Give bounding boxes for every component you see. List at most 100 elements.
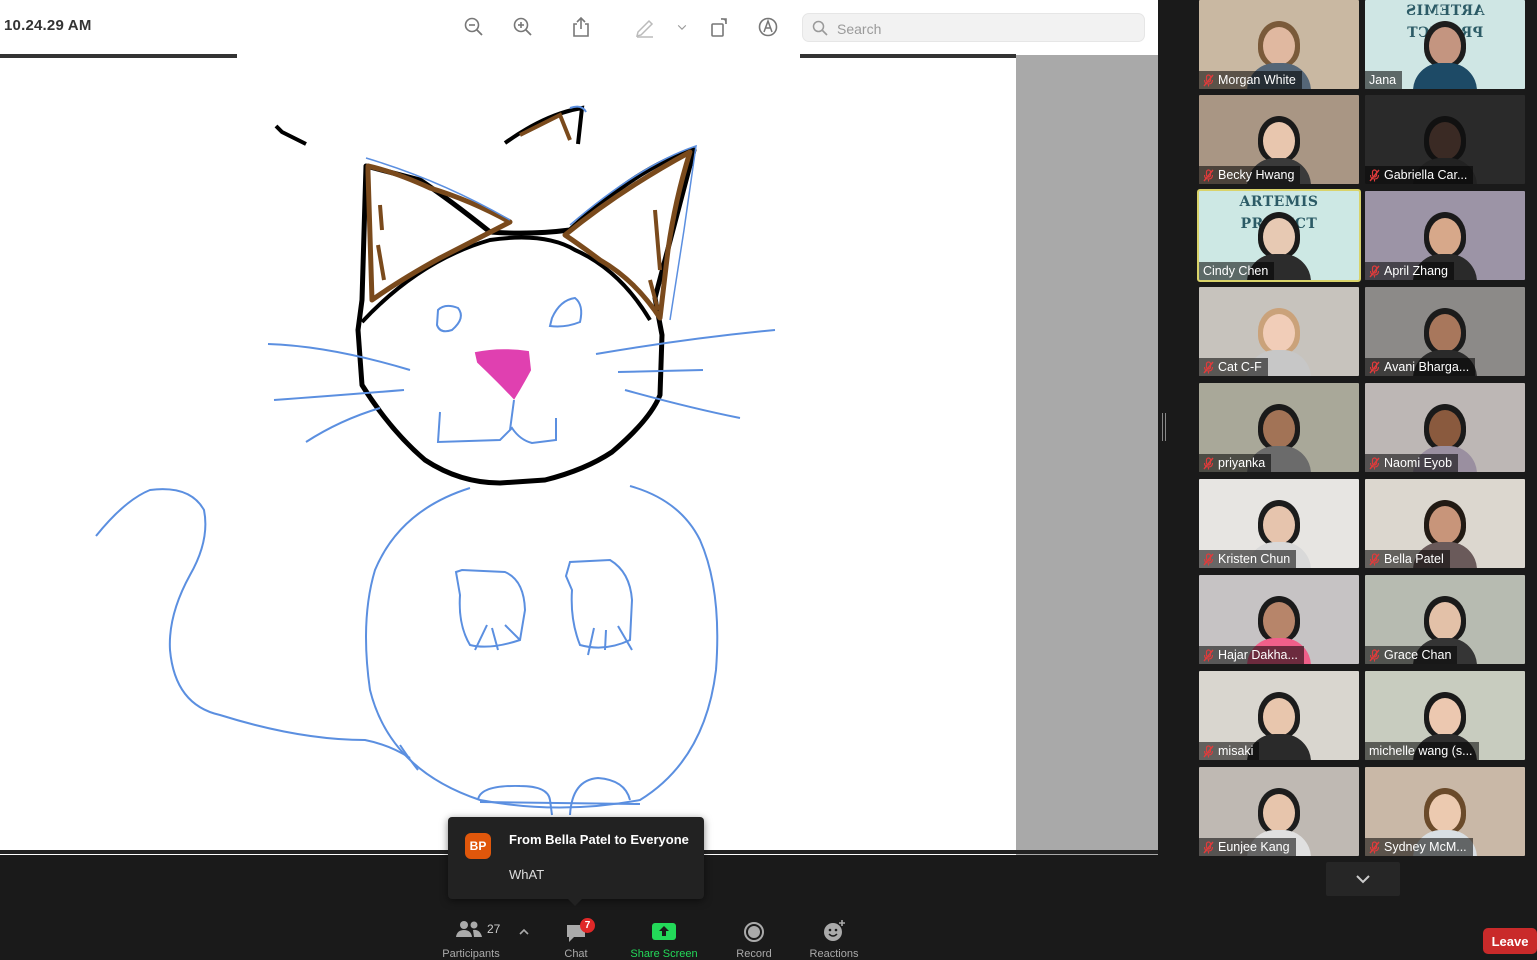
zoom-in-icon[interactable] — [511, 15, 535, 39]
shared-screen: 10.24.29 AM — [0, 0, 1158, 855]
participant-tile[interactable]: Becky Hwang — [1199, 95, 1359, 184]
participant-name-label: Eunjee Kang — [1218, 840, 1290, 854]
participant-tile[interactable]: Hajar Dakha... — [1199, 575, 1359, 664]
viewer-toolbar: 10.24.29 AM — [0, 0, 1158, 55]
chevron-up-icon — [519, 928, 529, 935]
panel-resize-handle[interactable] — [1162, 413, 1166, 441]
mic-muted-icon — [1203, 840, 1214, 854]
participant-tile[interactable]: Avani Bharga... — [1365, 287, 1525, 376]
chevron-down-icon — [1356, 875, 1370, 884]
participant-name-label: Cindy Chen — [1203, 264, 1269, 278]
gallery-more-button[interactable] — [1326, 862, 1400, 896]
participants-icon — [456, 921, 482, 937]
participant-name: Morgan White — [1199, 71, 1302, 89]
chat-button[interactable]: 7 Chat — [552, 918, 600, 960]
participant-name: Gabriella Car... — [1365, 166, 1474, 184]
search-input[interactable] — [835, 18, 1139, 40]
participant-name-label: Kristen Chun — [1218, 552, 1291, 566]
leave-button[interactable]: Leave — [1483, 928, 1537, 954]
window-title: 10.24.29 AM — [4, 17, 92, 34]
mic-muted-icon — [1369, 360, 1380, 374]
chat-message: WhAT — [509, 867, 545, 882]
mic-muted-icon — [1203, 648, 1214, 662]
participant-name-label: priyanka — [1218, 456, 1266, 470]
chat-label: Chat — [564, 948, 588, 960]
participant-name: Kristen Chun — [1199, 550, 1297, 568]
mic-muted-icon — [1369, 456, 1380, 470]
participant-name: Naomi Eyob — [1365, 454, 1459, 472]
participant-tile[interactable]: priyanka — [1199, 383, 1359, 472]
participant-name-label: Sydney McM... — [1384, 840, 1467, 854]
participant-tile[interactable]: Cat C-F — [1199, 287, 1359, 376]
participant-tile[interactable]: michelle wang (s... — [1365, 671, 1525, 760]
cat-drawing — [0, 58, 1016, 852]
participant-name: Grace Chan — [1365, 646, 1458, 664]
participant-name: priyanka — [1199, 454, 1272, 472]
participant-gallery: Morgan White ARTEMIS PROJECTJana Becky Hwa… — [1197, 0, 1537, 860]
participant-count: 27 — [487, 922, 501, 936]
participant-name: Sydney McM... — [1365, 838, 1473, 856]
mic-muted-icon — [1369, 648, 1380, 662]
avatar: BP — [465, 833, 491, 859]
rotate-icon[interactable] — [708, 15, 732, 39]
participant-name-label: misaki — [1218, 744, 1254, 758]
mic-muted-icon — [1203, 744, 1214, 758]
participant-name: Avani Bharga... — [1365, 358, 1476, 376]
participant-tile[interactable]: Sydney McM... — [1365, 767, 1525, 856]
participant-name: Bella Patel — [1365, 550, 1450, 568]
participant-name-label: Becky Hwang — [1218, 168, 1295, 182]
participant-tile[interactable]: ARTEMIS PROJECTJana — [1365, 0, 1525, 89]
participant-name-label: Naomi Eyob — [1384, 456, 1453, 470]
participant-name-label: Grace Chan — [1384, 648, 1452, 662]
share-screen-label: Share Screen — [630, 948, 698, 960]
participant-tile[interactable]: April Zhang — [1365, 191, 1525, 280]
participant-tile[interactable]: ARTEMIS PROJECTCindy Chen — [1197, 189, 1361, 282]
participant-tile[interactable]: Eunjee Kang — [1199, 767, 1359, 856]
participant-name-label: Avani Bharga... — [1384, 360, 1470, 374]
participant-name-label: Hajar Dakha... — [1218, 648, 1298, 662]
mic-muted-icon — [1203, 456, 1214, 470]
participant-tile[interactable]: Bella Patel — [1365, 479, 1525, 568]
participant-name-label: Jana — [1369, 73, 1397, 87]
participant-name: Jana — [1365, 71, 1403, 89]
share-screen-button[interactable]: Share Screen — [624, 918, 704, 960]
participant-name-label: Gabriella Car... — [1384, 168, 1468, 182]
participants-options-button[interactable] — [514, 918, 534, 956]
participant-name: Cindy Chen — [1199, 262, 1275, 280]
chat-unread-badge: 7 — [580, 918, 595, 933]
mic-muted-icon — [1203, 168, 1214, 182]
participant-name-label: Cat C-F — [1218, 360, 1262, 374]
record-label: Record — [736, 948, 772, 960]
chevron-down-icon[interactable] — [672, 15, 692, 39]
participant-name: Hajar Dakha... — [1199, 646, 1304, 664]
share-icon[interactable] — [569, 15, 593, 39]
participant-name: Becky Hwang — [1199, 166, 1301, 184]
reactions-button[interactable]: Reactions — [804, 918, 864, 960]
reactions-label: Reactions — [809, 948, 859, 960]
record-button[interactable]: Record — [728, 918, 780, 960]
viewer-background — [1016, 55, 1158, 855]
participant-name-label: michelle wang (s... — [1369, 744, 1473, 758]
markup-circle-icon[interactable] — [756, 15, 780, 39]
participant-tile[interactable]: misaki — [1199, 671, 1359, 760]
participant-name: Eunjee Kang — [1199, 838, 1296, 856]
cat-drawing-svg — [95, 105, 776, 816]
participant-tile[interactable]: Grace Chan — [1365, 575, 1525, 664]
participant-name: misaki — [1199, 742, 1260, 760]
participant-figure — [1413, 19, 1477, 89]
search-field[interactable] — [802, 13, 1145, 42]
zoom-out-icon[interactable] — [462, 15, 486, 39]
participant-name: Cat C-F — [1199, 358, 1268, 376]
mic-muted-icon — [1369, 552, 1380, 566]
participant-tile[interactable]: Naomi Eyob — [1365, 383, 1525, 472]
participant-tile[interactable]: Gabriella Car... — [1365, 95, 1525, 184]
markup-pen-icon[interactable] — [633, 15, 657, 39]
participant-tile[interactable]: Kristen Chun — [1199, 479, 1359, 568]
chat-notification[interactable]: BP From Bella Patel to Everyone WhAT — [448, 817, 704, 906]
search-icon — [812, 20, 828, 36]
mic-muted-icon — [1369, 264, 1380, 278]
participant-tile[interactable]: Morgan White — [1199, 0, 1359, 89]
participants-button[interactable]: 27 Participants — [435, 918, 507, 960]
mic-muted-icon — [1203, 552, 1214, 566]
participants-label: Participants — [442, 948, 500, 960]
